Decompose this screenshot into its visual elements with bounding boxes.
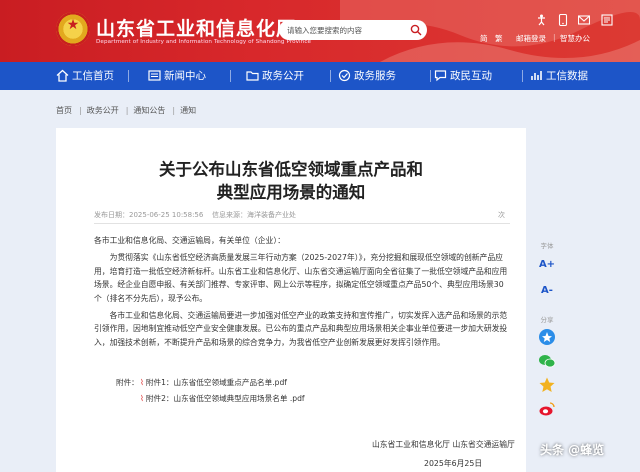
- paperclip-icon: ⌇: [140, 394, 144, 403]
- nav-label: 工信首页: [72, 70, 114, 82]
- attachment-name: 附件1：山东省低空领域重点产品名单.pdf: [145, 378, 287, 387]
- news-icon: [148, 70, 161, 81]
- attachment-name: 附件2：山东省低空领域典型应用场景名单 .pdf: [145, 394, 305, 403]
- traditional-chinese-link[interactable]: 繁: [495, 33, 503, 44]
- publish-date: 发布日期：2025-06-25 10:58:56: [94, 211, 204, 219]
- nav-divider: [430, 70, 431, 82]
- data-icon: [531, 71, 542, 80]
- simplified-chinese-link[interactable]: 简: [480, 33, 488, 44]
- signature-date: 2025年6月25日: [424, 459, 483, 468]
- article-card: 关于公布山东省低空领域重点产品和 典型应用场景的通知 发布日期：2025-06-…: [56, 128, 526, 472]
- article-title-line-2: 典型应用场景的通知: [216, 183, 366, 202]
- smart-office-link[interactable]: 智慧办公: [560, 33, 590, 44]
- search-box: [279, 20, 427, 40]
- qzone-share-icon[interactable]: [538, 328, 556, 346]
- service-icon: [338, 69, 351, 82]
- nav-label: 工信数据: [546, 70, 588, 82]
- breadcrumb-gov-affairs[interactable]: 政务公开: [87, 106, 119, 115]
- nav-label: 新闻中心: [164, 70, 206, 82]
- site-header: ★ 山东省工业和信息化厅 Department of Industry and …: [0, 0, 640, 62]
- paragraph-1: 为贯彻落实《山东省低空经济高质量发展三年行动方案（2025-2027年）》，充分…: [94, 253, 508, 303]
- attachments-label: 附件：: [116, 378, 139, 387]
- favorite-share-icon[interactable]: [538, 376, 556, 394]
- nav-label: 政务服务: [354, 70, 396, 82]
- breadcrumb: 首页 | 政务公开 | 通知公告 | 通知: [56, 105, 198, 116]
- breadcrumb-separator: |: [125, 106, 129, 115]
- paragraph-2: 各市工业和信息化局、交通运输局要进一步加强对低空产业的政策支持和宣传推广，切实发…: [94, 311, 508, 347]
- folder-icon: [246, 71, 259, 81]
- paperclip-icon: ⌇: [140, 378, 144, 387]
- weibo-share-icon[interactable]: [538, 400, 556, 418]
- nav-label: 政民互动: [450, 70, 492, 82]
- nav-divider: [522, 70, 523, 82]
- home-icon: [56, 69, 69, 82]
- attachment-link-2[interactable]: ⌇ 附件2：山东省低空领域典型应用场景名单 .pdf: [140, 393, 305, 404]
- article-title-line-1: 关于公布山东省低空领域重点产品和: [159, 160, 423, 179]
- search-icon[interactable]: [410, 24, 422, 36]
- nav-divider: [128, 70, 129, 82]
- breadcrumb-notice[interactable]: 通知: [180, 106, 196, 115]
- emblem-logo[interactable]: ★: [56, 12, 90, 46]
- font-increase-button[interactable]: A+: [538, 256, 556, 274]
- attachment-link-1[interactable]: ⌇ 附件1：山东省低空领域重点产品名单.pdf: [140, 377, 287, 388]
- info-source: 信息来源：海洋装备产业处: [212, 211, 296, 219]
- share-label: 分享: [540, 316, 554, 324]
- breadcrumb-separator: |: [172, 106, 176, 115]
- nav-label: 政务公开: [262, 70, 304, 82]
- wechat-share-icon[interactable]: [538, 352, 556, 370]
- accessibility-icon[interactable]: [536, 14, 547, 26]
- article-title: 关于公布山东省低空领域重点产品和 典型应用场景的通知: [56, 158, 526, 204]
- toolbar-divider: |: [553, 33, 556, 42]
- breadcrumb-announcements[interactable]: 通知公告: [133, 106, 165, 115]
- search-input[interactable]: [279, 20, 409, 40]
- watermark: 头条 @蜂览: [540, 443, 605, 457]
- interaction-icon: [434, 70, 447, 82]
- breadcrumb-separator: |: [79, 106, 82, 115]
- signature: 山东省工业和信息化厅 山东省交通运输厅: [372, 440, 515, 449]
- nav-divider: [330, 70, 331, 82]
- main-nav: 工信首页 新闻中心 政务公开 政务服务 政民互动 工信数据: [0, 62, 640, 90]
- office-icon[interactable]: [601, 14, 613, 26]
- article-meta: 发布日期：2025-06-25 10:58:56 信息来源：海洋装备产业处 次: [94, 208, 510, 224]
- email-login-link[interactable]: 邮箱登录: [516, 33, 546, 44]
- nav-divider: [230, 70, 231, 82]
- font-size-label: 字体: [540, 242, 554, 250]
- font-decrease-button[interactable]: A-: [538, 282, 556, 300]
- site-title[interactable]: 山东省工业和信息化厅: [96, 14, 296, 41]
- breadcrumb-home[interactable]: 首页: [56, 106, 72, 115]
- email-icon[interactable]: [578, 14, 590, 26]
- mobile-icon[interactable]: [558, 14, 568, 26]
- salutation: 各市工业和信息化局、交通运输局，有关单位（企业）：: [94, 236, 286, 245]
- article-body: 各市工业和信息化局、交通运输局，有关单位（企业）： 为贯彻落实《山东省低空经济高…: [94, 234, 508, 349]
- view-count: 次: [498, 211, 505, 219]
